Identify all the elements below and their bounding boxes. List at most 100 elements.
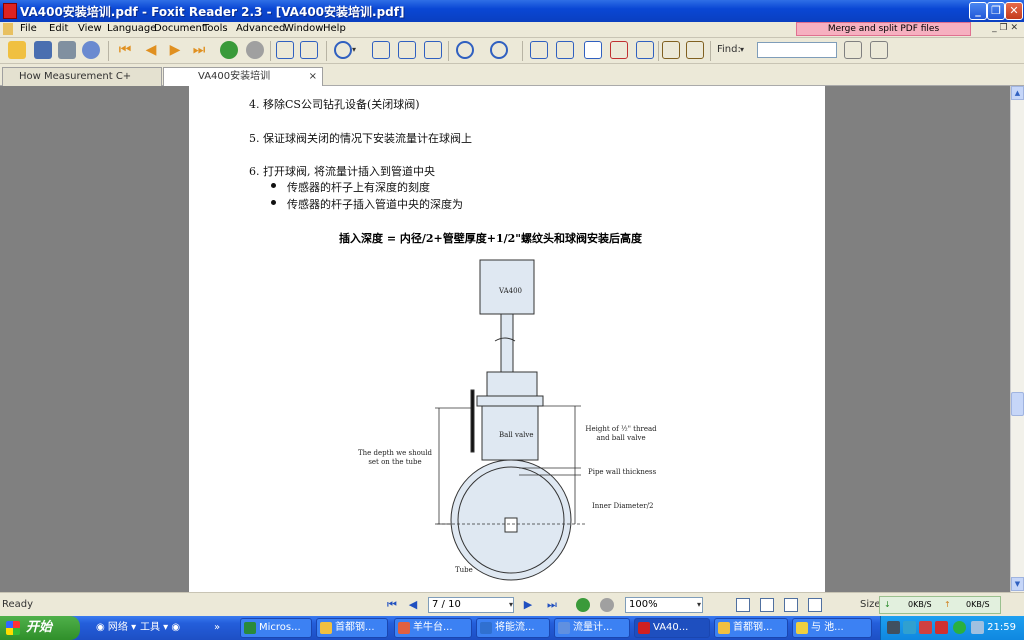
first-page-icon[interactable]: ⏮	[116, 41, 134, 59]
menu-view[interactable]: View	[78, 23, 102, 34]
task-label: 流量计...	[573, 622, 613, 633]
network-icon[interactable]	[903, 621, 916, 634]
minimize-button[interactable]: _	[969, 2, 987, 20]
chevron-down-icon[interactable]: ▾	[504, 598, 518, 612]
snapshot-icon[interactable]	[686, 41, 704, 59]
tab-how-measurement[interactable]: How Measurement C+	[2, 67, 162, 86]
find-input[interactable]	[757, 42, 837, 58]
previous-page-icon[interactable]: ◀	[406, 598, 420, 612]
binoculars-icon[interactable]	[636, 41, 654, 59]
toolbar-separator	[326, 41, 327, 61]
task-item[interactable]: 首都钢...	[316, 618, 388, 638]
mdi-window-controls[interactable]: _ ❐ ✕	[992, 23, 1018, 33]
valve-label: Ball valve	[499, 431, 534, 439]
volume-icon[interactable]	[971, 621, 984, 634]
scroll-thumb[interactable]	[1011, 392, 1024, 416]
zoom-in-icon[interactable]	[334, 41, 352, 59]
vertical-scrollbar[interactable]: ▲ ▼	[1010, 86, 1024, 592]
sensor-label: VA400	[499, 287, 522, 295]
promo-banner[interactable]: Merge and split PDF files	[796, 22, 971, 36]
back-icon[interactable]	[220, 41, 238, 59]
app-tray-icon[interactable]	[919, 621, 932, 634]
forward-icon[interactable]	[600, 598, 614, 612]
previous-page-icon[interactable]: ◀	[142, 41, 160, 59]
last-page-icon[interactable]: ⏭	[545, 598, 559, 612]
page-number-input[interactable]: 7 / 10	[428, 597, 514, 613]
menu-edit[interactable]: Edit	[49, 23, 68, 34]
scroll-down-icon[interactable]: ▼	[1011, 577, 1024, 591]
tab-va400[interactable]: VA400安装培训 ×	[163, 67, 323, 86]
tab-label: VA400安装培训	[198, 71, 271, 82]
task-item[interactable]: 将能流...	[476, 618, 550, 638]
first-page-icon[interactable]: ⏮	[385, 598, 399, 612]
quicklaunch-tools[interactable]: 工具 ▾ ◉	[140, 618, 180, 638]
hand-tool-icon[interactable]	[584, 41, 602, 59]
maximize-button[interactable]: ❐	[987, 2, 1005, 20]
open-icon[interactable]	[8, 41, 26, 59]
start-button[interactable]: 开始	[0, 616, 80, 640]
single-page-icon[interactable]	[736, 598, 750, 612]
task-label: 首都钢...	[335, 622, 375, 633]
save-icon[interactable]	[34, 41, 52, 59]
fit-width-icon[interactable]	[424, 41, 442, 59]
task-label: Micros...	[259, 622, 301, 633]
menu-file[interactable]: File	[20, 23, 37, 34]
scroll-up-icon[interactable]: ▲	[1011, 86, 1024, 100]
find-previous-icon[interactable]	[844, 41, 862, 59]
bullet-text: 传感器的杆子插入管道中央的深度为	[287, 198, 463, 211]
toolbar-separator	[658, 41, 659, 61]
find-options-icon[interactable]: ▾	[740, 41, 750, 59]
continuous-icon[interactable]	[760, 598, 774, 612]
bookmark-icon[interactable]	[530, 41, 548, 59]
zoom-in-circle-icon[interactable]	[490, 41, 508, 59]
page-number: 7 / 10	[432, 599, 461, 610]
quicklaunch-more-icon[interactable]: »	[214, 618, 220, 638]
chevron-down-icon[interactable]: ▾	[692, 598, 706, 612]
chevron-down-icon[interactable]: ▾	[352, 41, 362, 59]
keyboard-icon[interactable]	[887, 621, 900, 634]
task-item[interactable]: 与 池...	[792, 618, 872, 638]
task-item[interactable]: 流量计...	[554, 618, 630, 638]
actual-size-icon[interactable]	[372, 41, 390, 59]
menu-document[interactable]: Document	[154, 23, 206, 34]
step-5-text: 5. 保证球阀关闭的情况下安装流量计在球阀上	[249, 132, 472, 145]
task-item[interactable]: 首都钢...	[714, 618, 788, 638]
fit-page-icon[interactable]	[398, 41, 416, 59]
zoom-out-icon[interactable]	[456, 41, 474, 59]
select-text-icon[interactable]	[610, 41, 628, 59]
close-button[interactable]: ✕	[1005, 2, 1023, 20]
forward-icon[interactable]	[246, 41, 264, 59]
document-viewport[interactable]	[0, 86, 1010, 592]
close-tab-icon[interactable]: ×	[309, 68, 317, 85]
rotate-left-icon[interactable]	[276, 41, 294, 59]
last-page-icon[interactable]: ⏭	[190, 41, 208, 59]
find-next-icon[interactable]	[870, 41, 888, 59]
pdf-page	[189, 86, 825, 592]
thumbnail-icon[interactable]	[556, 41, 574, 59]
quicklaunch-network[interactable]: ◉ 网络 ▾	[96, 618, 136, 638]
menu-tools[interactable]: Tools	[203, 23, 228, 34]
menu-advanced[interactable]: Advanced	[236, 23, 285, 34]
toolbar-separator	[710, 41, 711, 61]
task-item-active[interactable]: VA40...	[634, 618, 710, 638]
app-icon[interactable]	[3, 3, 17, 19]
menu-language[interactable]: Language	[107, 23, 156, 34]
task-label: 首都钢...	[733, 622, 773, 633]
next-page-icon[interactable]: ▶	[166, 41, 184, 59]
title-bar: VA400安装培训.pdf - Foxit Reader 2.3 - [VA40…	[0, 0, 1024, 22]
security-icon[interactable]	[935, 621, 948, 634]
download-arrow-icon: ↓	[884, 600, 891, 609]
menu-window[interactable]: Window	[284, 23, 323, 34]
shield-icon[interactable]	[953, 621, 966, 634]
print-icon[interactable]	[58, 41, 76, 59]
email-icon[interactable]	[82, 41, 100, 59]
rotate-right-icon[interactable]	[300, 41, 318, 59]
task-item[interactable]: Micros...	[240, 618, 312, 638]
back-icon[interactable]	[576, 598, 590, 612]
menu-help[interactable]: Help	[323, 23, 346, 34]
task-item[interactable]: 羊牛台...	[394, 618, 472, 638]
next-page-icon[interactable]: ▶	[521, 598, 535, 612]
typewriter-icon[interactable]	[662, 41, 680, 59]
facing-icon[interactable]	[784, 598, 798, 612]
continuous-facing-icon[interactable]	[808, 598, 822, 612]
